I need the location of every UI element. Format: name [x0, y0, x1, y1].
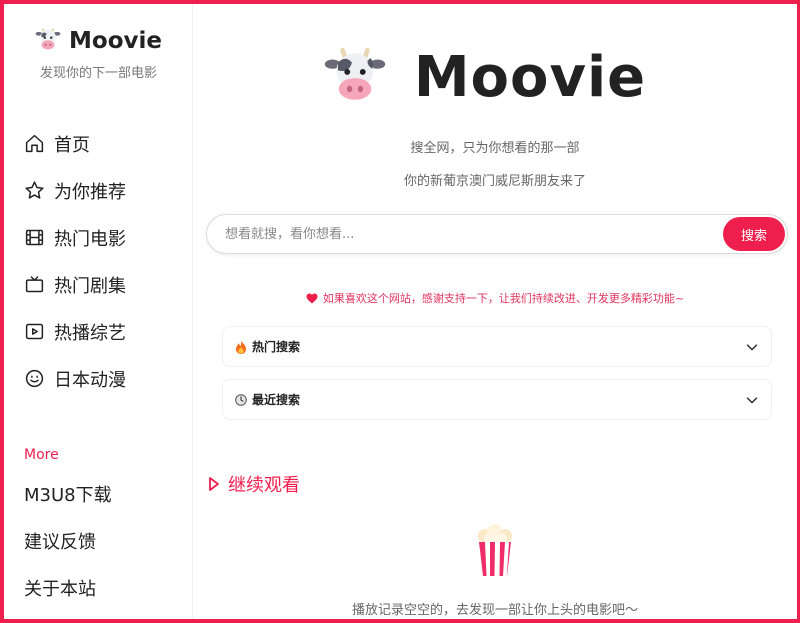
empty-state-text: 播放记录空空的，去发现一部让你上头的电影吧～ [351, 603, 638, 618]
hot-search-accordion[interactable]: 热门搜索 [222, 326, 772, 367]
nav-item-label: 为你推荐 [54, 181, 126, 203]
search-bar: 搜索 [206, 214, 788, 254]
cow-logo-icon [324, 44, 386, 110]
chevron-down-icon [746, 396, 758, 403]
smile-icon [25, 369, 44, 388]
nav-item-movies[interactable]: 热门电影 [24, 214, 126, 261]
play-triangle-icon [209, 477, 219, 491]
search-input[interactable] [225, 215, 705, 253]
chevron-down-icon [746, 343, 758, 350]
recent-search-accordion[interactable]: 最近搜索 [222, 379, 772, 420]
more-item-about[interactable]: 关于本站 [24, 564, 112, 611]
tv-icon [25, 276, 44, 293]
nav-item-label: 热播综艺 [54, 322, 126, 344]
nav-item-series[interactable]: 热门剧集 [24, 261, 126, 308]
nav-item-recommend[interactable]: 为你推荐 [24, 167, 126, 214]
nav-item-label: 热门剧集 [54, 275, 126, 297]
hero: Moovie [193, 44, 797, 110]
clock-icon [235, 393, 247, 406]
more-section-label: More [24, 447, 59, 463]
continue-watching-header: 继续观看 [208, 471, 300, 497]
recent-search-label: 最近搜索 [252, 393, 301, 407]
hero-subtitle: 搜全网，只为你想看的那一部 [410, 141, 580, 156]
fire-icon [236, 339, 246, 354]
main-nav: 首页 为你推荐 热门电影 热门剧集 热播综艺 日本动漫 [24, 120, 126, 402]
play-icon [25, 323, 44, 340]
film-icon [25, 229, 44, 246]
support-banner[interactable]: 如果喜欢这个网站，感谢支持一下，让我们持续改进、开发更多精彩功能~ [193, 290, 797, 306]
nav-item-label: 日本动漫 [54, 369, 126, 391]
sidebar: Moovie 发现你的下一部电影 首页 为你推荐 热门电影 热门剧集 热播综艺 … [4, 4, 193, 619]
support-text: 如果喜欢这个网站，感谢支持一下，让我们持续改进、开发更多精彩功能~ [322, 292, 685, 305]
home-icon [25, 134, 44, 153]
main-content: Moovie 搜全网，只为你想看的那一部 你的新葡京澳门威尼斯朋友来了 搜索 如… [193, 4, 797, 619]
more-item-m3u8[interactable]: M3U8下载 [24, 470, 112, 517]
app-frame: Moovie 发现你的下一部电影 首页 为你推荐 热门电影 热门剧集 热播综艺 … [0, 0, 800, 623]
nav-item-label: 热门电影 [54, 228, 126, 250]
hero-subtitle-2: 你的新葡京澳门威尼斯朋友来了 [403, 174, 586, 189]
continue-watching-title: 继续观看 [228, 475, 300, 496]
cow-logo-icon [35, 26, 61, 56]
more-item-feedback[interactable]: 建议反馈 [24, 517, 112, 564]
heart-icon [306, 293, 318, 303]
star-icon [25, 181, 44, 199]
nav-item-variety[interactable]: 热播综艺 [24, 308, 126, 355]
more-list: M3U8下载 建议反馈 关于本站 [24, 470, 112, 611]
hot-search-label: 热门搜索 [252, 340, 301, 354]
nav-item-label: 首页 [54, 134, 90, 156]
hero-title: Moovie [413, 44, 647, 110]
nav-item-anime[interactable]: 日本动漫 [24, 355, 126, 402]
search-button[interactable]: 搜索 [723, 217, 785, 251]
brand: Moovie 发现你的下一部电影 [4, 26, 193, 81]
popcorn-icon [478, 524, 512, 576]
empty-state [193, 524, 797, 582]
brand-tagline: 发现你的下一部电影 [39, 66, 157, 81]
nav-item-home[interactable]: 首页 [24, 120, 126, 167]
brand-name: Moovie [69, 28, 162, 54]
